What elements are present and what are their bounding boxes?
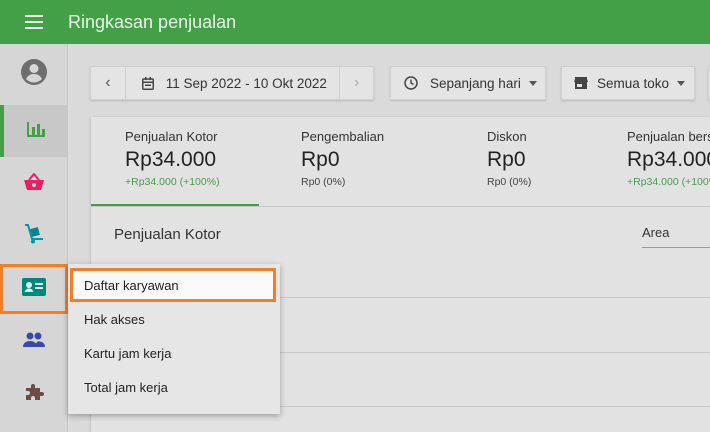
- store-filter-dropdown[interactable]: Semua toko: [561, 66, 695, 100]
- date-range-control: ‹ 11 Sep 2022 - 10 Okt 2022 ›: [90, 66, 374, 100]
- chevron-right-icon: ›: [353, 74, 360, 91]
- metric-change: +Rp34.000 (+100%): [627, 176, 710, 188]
- metric-value: Rp34.000: [627, 148, 710, 171]
- metric-gross-sales[interactable]: Penjualan Kotor Rp34.000 +Rp34.000 (+100…: [125, 117, 220, 188]
- metric-label: Pengembalian: [301, 129, 385, 144]
- people-icon: [23, 332, 45, 353]
- app-bar: Ringkasan penjualan: [0, 0, 710, 44]
- hamburger-icon[interactable]: [0, 0, 68, 44]
- menu-item-timecards[interactable]: Kartu jam kerja: [68, 336, 280, 370]
- metric-label: Penjualan bersih: [627, 129, 710, 144]
- date-range-label: 11 Sep 2022 - 10 Okt 2022: [165, 75, 327, 91]
- sidebar-item-integrations[interactable]: [0, 368, 68, 420]
- basket-icon: [23, 171, 45, 196]
- menu-item-total-hours[interactable]: Total jam kerja: [68, 370, 280, 404]
- chart-title: Penjualan Kotor: [114, 226, 221, 243]
- dropdown-arrow-icon: [528, 80, 537, 86]
- metric-net-sales[interactable]: Penjualan bersih Rp34.000 +Rp34.000 (+10…: [627, 117, 710, 188]
- account-circle-icon: [20, 58, 48, 91]
- badge-icon: [22, 277, 46, 301]
- menu-item-employee-list[interactable]: Daftar karyawan: [70, 268, 276, 302]
- clock-icon: [404, 76, 418, 90]
- divider: [91, 206, 710, 207]
- sidebar-item-items[interactable]: [0, 158, 68, 210]
- metric-label: Diskon: [487, 129, 527, 144]
- time-filter-dropdown[interactable]: Sepanjang hari: [390, 66, 546, 100]
- dropdown-arrow-icon: [677, 80, 686, 86]
- metric-discounts[interactable]: Diskon Rp0 Rp0 (0%): [487, 117, 531, 188]
- calendar-icon: [141, 76, 154, 90]
- chevron-left-icon: ‹: [105, 74, 111, 91]
- metric-label: Penjualan Kotor: [125, 129, 218, 144]
- date-range-button[interactable]: 11 Sep 2022 - 10 Okt 2022: [126, 67, 341, 99]
- sidebar-item-inventory[interactable]: [0, 210, 68, 262]
- menu-item-access-rights[interactable]: Hak akses: [68, 302, 280, 336]
- metric-change: +Rp34.000 (+100%): [125, 176, 220, 188]
- sidebar-item-employees[interactable]: [0, 264, 68, 314]
- metric-refunds[interactable]: Pengembalian Rp0 Rp0 (0%): [301, 117, 384, 188]
- time-filter-label: Sepanjang hari: [430, 75, 521, 91]
- store-filter-label: Semua toko: [597, 75, 670, 91]
- sidebar-item-account[interactable]: [0, 48, 68, 100]
- metric-change: Rp0 (0%): [301, 176, 346, 188]
- metric-value: Rp34.000: [125, 148, 217, 171]
- sidebar-item-customers[interactable]: [0, 316, 68, 368]
- bar-chart-icon: [26, 120, 46, 143]
- page-title: Ringkasan penjualan: [68, 11, 237, 32]
- next-period-button[interactable]: ›: [340, 67, 373, 99]
- metric-value: Rp0: [487, 148, 526, 171]
- metric-value: Rp0: [301, 148, 340, 171]
- sidebar: [0, 44, 68, 432]
- puzzle-icon: [24, 382, 44, 407]
- metric-change: Rp0 (0%): [487, 176, 532, 188]
- dolly-icon: [23, 223, 45, 250]
- employee-submenu: Daftar karyawan Hak akses Kartu jam kerj…: [68, 264, 280, 414]
- store-icon: [574, 77, 588, 89]
- sidebar-item-reports[interactable]: [0, 105, 68, 157]
- chart-type-dropdown[interactable]: Area: [642, 225, 710, 248]
- prev-period-button[interactable]: ‹: [91, 67, 126, 99]
